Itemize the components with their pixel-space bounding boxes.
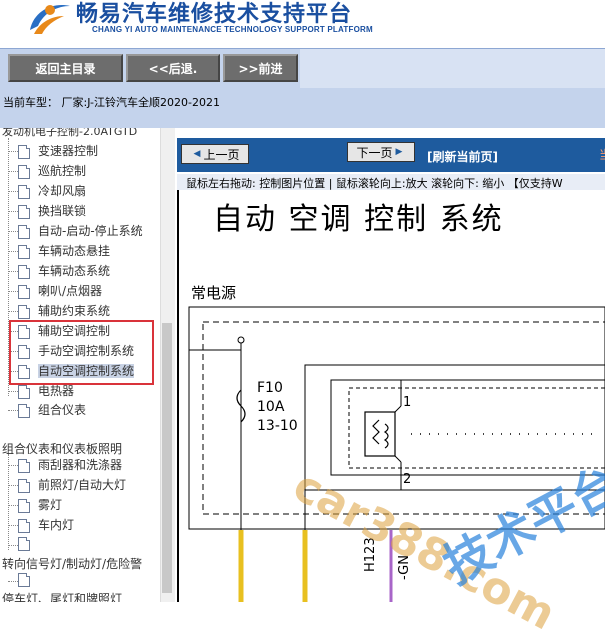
forward-button[interactable]: >>前进 bbox=[223, 54, 298, 82]
fuse-location: 13-10 bbox=[257, 418, 298, 434]
tree-group-engine[interactable]: 发动机电子控制-2.0ATGTD bbox=[2, 128, 137, 139]
wiring-diagram[interactable]: 自动 空调 控制 系统 常电源 F10 10A 13-10 1 2 H123 -… bbox=[177, 190, 605, 640]
pin-label-1: 1 bbox=[403, 395, 412, 410]
site-header: 畅易汽车维修技术支持平台 CHANG YI AUTO MAINTENANCE T… bbox=[0, 0, 605, 48]
document-icon bbox=[18, 304, 30, 319]
tree-item[interactable]: 雨刮器和洗涤器 bbox=[8, 456, 122, 474]
document-icon bbox=[18, 384, 30, 399]
document-icon bbox=[18, 244, 30, 259]
document-icon bbox=[18, 498, 30, 513]
document-icon bbox=[18, 536, 30, 551]
tree-item[interactable]: 车辆动态系统 bbox=[8, 262, 110, 280]
tree-item[interactable]: 车辆动态悬挂 bbox=[8, 242, 110, 260]
document-icon bbox=[18, 458, 30, 473]
back-button[interactable]: <<后退. bbox=[126, 54, 220, 82]
tree-group-parking-lights[interactable]: 停车灯、尾灯和牌照灯 bbox=[2, 590, 122, 602]
prev-page-button[interactable]: ◀ 上一页 bbox=[181, 144, 249, 164]
tree-item[interactable]: 自动-启动-停止系统 bbox=[8, 222, 143, 240]
document-icon bbox=[18, 284, 30, 299]
help-text: 鼠标左右拖动: 控制图片位置 | 鼠标滚轮向上:放大 滚轮向下: 缩小 【仅支持… bbox=[186, 177, 563, 190]
vehicle-model-bar: 当前车型： 厂家:J-江铃汽车全顺2020-2021 bbox=[0, 88, 605, 128]
fuse-name: F10 bbox=[257, 380, 283, 396]
arrow-left-icon: ◀ bbox=[193, 149, 201, 159]
tree-group-signal-lights[interactable]: 转向信号灯/制动灯/危险警 bbox=[2, 555, 142, 572]
tree-item[interactable]: 巡航控制 bbox=[8, 162, 86, 180]
refresh-page-link[interactable]: [刷新当前页] bbox=[427, 148, 498, 165]
tree-item[interactable]: 前照灯/自动大灯 bbox=[8, 476, 126, 494]
document-icon bbox=[18, 518, 30, 533]
tree-item[interactable]: 变速器控制 bbox=[8, 142, 98, 160]
sidebar-scrollbar-thumb[interactable] bbox=[162, 323, 172, 593]
document-icon bbox=[18, 144, 30, 159]
next-page-button[interactable]: 下一页 ▶ bbox=[347, 142, 415, 162]
tree-item[interactable]: 换挡联锁 bbox=[8, 202, 86, 220]
home-button[interactable]: 返回主目录 bbox=[8, 54, 123, 82]
nav-filler bbox=[300, 49, 605, 89]
tree-item[interactable] bbox=[8, 572, 38, 590]
document-icon bbox=[18, 184, 30, 199]
tree-group-instrument[interactable]: 组合仪表和仪表板照明 bbox=[2, 440, 122, 457]
tree-item[interactable]: 雾灯 bbox=[8, 496, 62, 514]
tree-item[interactable]: 辅助约束系统 bbox=[8, 302, 110, 320]
tree-item[interactable]: 冷却风扇 bbox=[8, 182, 86, 200]
document-icon bbox=[18, 204, 30, 219]
document-icon bbox=[18, 164, 30, 179]
current-vehicle-model: 当前车型： 厂家:J-江铃汽车全顺2020-2021 bbox=[3, 96, 220, 109]
toolbar-cutoff-text: 当 bbox=[599, 146, 605, 163]
tree-item[interactable]: 车内灯 bbox=[8, 516, 74, 534]
tree-item[interactable] bbox=[8, 536, 38, 554]
tree-item[interactable]: 组合仪表 bbox=[8, 401, 86, 419]
tree-item[interactable]: 喇叭/点烟器 bbox=[8, 282, 102, 300]
car-swoosh-logo bbox=[30, 5, 70, 34]
help-bar: 鼠标左右拖动: 控制图片位置 | 鼠标滚轮向上:放大 滚轮向下: 缩小 【仅支持… bbox=[177, 174, 605, 190]
sidebar-tree: 发动机电子控制-2.0ATGTD 变速器控制 巡航控制 冷却风扇 换挡联锁 自动… bbox=[0, 128, 175, 602]
pin-label-2: 2 bbox=[403, 472, 412, 487]
highlight-annotation-box bbox=[9, 320, 154, 385]
site-subtitle: CHANG YI AUTO MAINTENANCE TECHNOLOGY SUP… bbox=[92, 25, 373, 34]
document-icon bbox=[18, 478, 30, 493]
document-icon bbox=[18, 224, 30, 239]
fuse-rating: 10A bbox=[257, 399, 285, 415]
site-title: 畅易汽车维修技术支持平台 bbox=[76, 1, 353, 27]
arrow-right-icon: ▶ bbox=[395, 147, 403, 157]
document-icon bbox=[18, 572, 30, 587]
content-pane: ◀ 上一页 下一页 ▶ [刷新当前页] 当 鼠标左右拖动: 控制图片位置 | 鼠… bbox=[177, 128, 605, 640]
page-toolbar: ◀ 上一页 下一页 ▶ [刷新当前页] 当 bbox=[177, 138, 605, 172]
main-nav: 返回主目录 <<后退. >>前进 bbox=[0, 48, 605, 89]
document-icon bbox=[18, 403, 30, 418]
document-icon bbox=[18, 264, 30, 279]
